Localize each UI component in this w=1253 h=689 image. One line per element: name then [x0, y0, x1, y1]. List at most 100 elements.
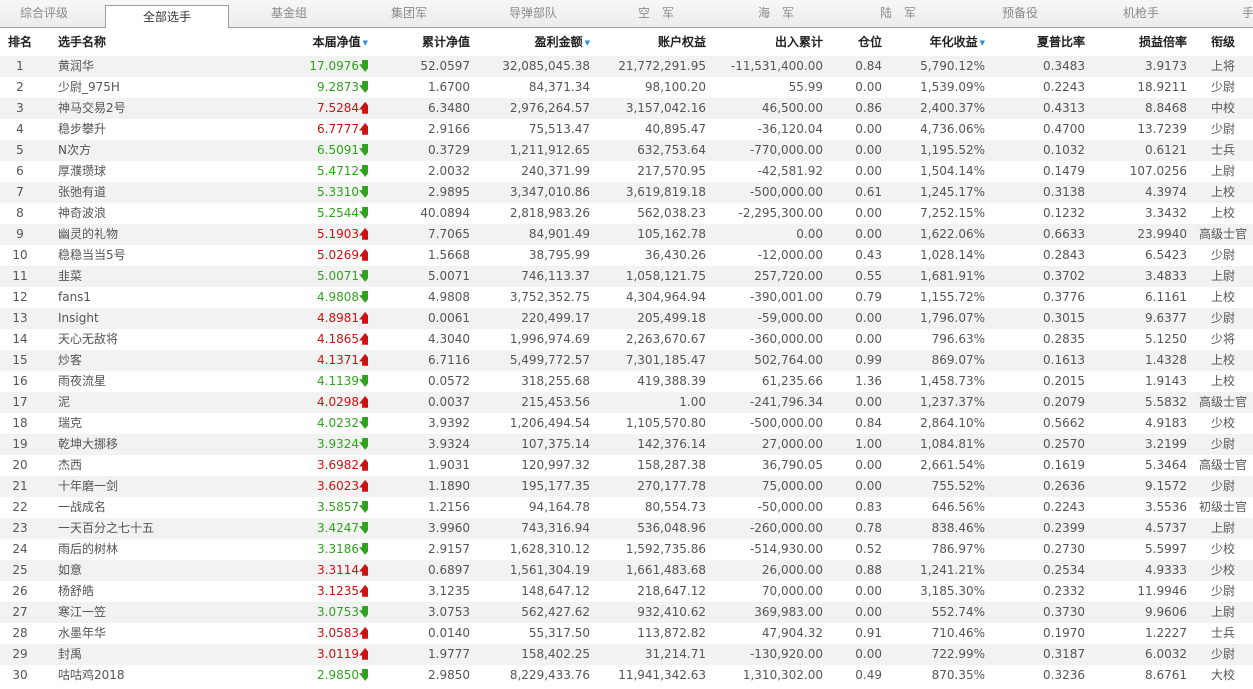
cell-name[interactable]: 十年磨一剑	[58, 476, 198, 497]
table-row[interactable]: 18 瑞克 4.0232🡇 3.9392 1,206,494.54 1,105,570.8…	[0, 413, 1253, 434]
table-row[interactable]: 9 幽灵的礼物 5.1903🡅 7.7065 84,901.49 105,162.78 0.…	[0, 224, 1253, 245]
table-row[interactable]: 12 fans1 4.9808🡇 4.9808 3,752,352.75 4,304,96…	[0, 287, 1253, 308]
table-row[interactable]: 30 咕咕鸡2018 2.9850🡇 2.9850 8,229,433.76 11,941…	[0, 665, 1253, 686]
tab-8[interactable]: 预备役	[959, 0, 1081, 27]
cell-name[interactable]: 杨舒皓	[58, 581, 198, 602]
cell-rank: 30	[12, 668, 28, 682]
column-header-annual[interactable]: 年化收益 ▼	[895, 28, 985, 57]
table-row[interactable]: 6 厚濮瓒球 5.4712🡇 2.0032 240,371.99 217,570.95 -4…	[0, 161, 1253, 182]
table-row[interactable]: 26 杨舒皓 3.1235🡅 3.1235 148,647.12 218,647.12 70…	[0, 581, 1253, 602]
table-row[interactable]: 22 一战成名 3.5857🡇 1.2156 94,164.78 80,554.73 -50…	[0, 497, 1253, 518]
cell-name[interactable]: 神马交易2号	[58, 98, 198, 119]
table-row[interactable]: 17 泥 4.0298🡅 0.0037 215,453.56 1.00 -241,796.3…	[0, 392, 1253, 413]
tab-10[interactable]: 手	[1233, 0, 1253, 27]
cell-name[interactable]: 泥	[58, 392, 198, 413]
tab-7[interactable]: 陆 军	[837, 0, 959, 27]
cell-rank: 19	[12, 437, 28, 451]
cell-pl-ratio: 23.9940	[1137, 227, 1187, 241]
table-row[interactable]: 19 乾坤大挪移 3.9324🡇 3.9324 107,375.14 142,376.14…	[0, 434, 1253, 455]
table-row[interactable]: 4 稳步攀升 6.7777🡅 2.9166 75,513.47 40,895.47 -36,…	[0, 119, 1253, 140]
cell-name[interactable]: 杰西	[58, 455, 198, 476]
tab-3[interactable]: 集团军	[349, 0, 469, 27]
sort-desc-icon[interactable]: ▼	[585, 39, 590, 47]
table-row[interactable]: 11 韭菜 5.0071🡇 5.0071 746,113.37 1,058,121.75 2…	[0, 266, 1253, 287]
table-row[interactable]: 28 水墨年华 3.0583🡅 0.0140 55,317.50 113,872.82 47…	[0, 623, 1253, 644]
tab-0[interactable]: 综合评级	[0, 0, 88, 27]
sort-desc-icon[interactable]: ▼	[980, 39, 985, 47]
cell-name[interactable]: 少尉_975H	[58, 77, 198, 98]
cell-name[interactable]: 一天百分之七十五	[58, 518, 198, 539]
tab-9[interactable]: 机枪手	[1081, 0, 1201, 27]
table-row[interactable]: 10 稳稳当当5号 5.0269🡅 1.5668 38,795.99 36,430.26 -…	[0, 245, 1253, 266]
column-header-position[interactable]: 仓位	[838, 28, 882, 56]
column-header-grade[interactable]: 衔级	[1196, 28, 1250, 56]
cell-rank: 9	[16, 227, 24, 241]
cell-name[interactable]: 咕咕鸡2018	[58, 665, 198, 686]
table-row[interactable]: 14 天心无敌将 4.1865🡅 4.3040 1,996,974.69 2,263,67…	[0, 329, 1253, 350]
cell-name[interactable]: 一战成名	[58, 497, 198, 518]
down-arrow-icon: 🡇	[359, 290, 368, 304]
table-row[interactable]: 25 如意 3.3114🡅 0.6897 1,561,304.19 1,661,483.6…	[0, 560, 1253, 581]
cell-name[interactable]: 炒客	[58, 350, 198, 371]
column-header-equity[interactable]: 账户权益	[598, 28, 706, 56]
cell-name[interactable]: Insight	[58, 308, 198, 329]
nav-value: 5.0071	[317, 269, 359, 283]
cell-sharpe: 0.1479	[1043, 164, 1085, 178]
table-row[interactable]: 27 寒江一笠 3.0753🡇 3.0753 562,427.62 932,410.62 3…	[0, 602, 1253, 623]
table-row[interactable]: 15 炒客 4.1371🡅 6.7116 5,499,772.57 7,301,185.4…	[0, 350, 1253, 371]
cell-pl-ratio: 4.3974	[1145, 185, 1187, 199]
cell-profit: 1,628,310.12	[509, 542, 590, 556]
cell-name[interactable]: 稳步攀升	[58, 119, 198, 140]
cell-name[interactable]: fans1	[58, 287, 198, 308]
cell-name[interactable]: N次方	[58, 140, 198, 161]
cell-name[interactable]: 寒江一笠	[58, 602, 198, 623]
column-header-nav[interactable]: 本届净值 ▼	[260, 28, 368, 57]
cell-name[interactable]: 雨后的树林	[58, 539, 198, 560]
cell-name[interactable]: 黄润华	[58, 56, 198, 77]
table-row[interactable]: 1 黄润华 17.0976🡇 52.0597 32,085,045.38 21,772,2…	[0, 56, 1253, 77]
table-row[interactable]: 23 一天百分之七十五 3.4247🡇 3.9960 743,316.94 536,048…	[0, 518, 1253, 539]
cell-name[interactable]: 稳稳当当5号	[58, 245, 198, 266]
column-header-sharpe[interactable]: 夏普比率	[995, 28, 1085, 56]
cell-name[interactable]: 神奇波浪	[58, 203, 198, 224]
cell-name[interactable]: 韭菜	[58, 266, 198, 287]
cell-name[interactable]: 瑞克	[58, 413, 198, 434]
column-header-pl-ratio[interactable]: 损益倍率	[1095, 28, 1187, 56]
table-row[interactable]: 8 神奇波浪 5.2544🡇 40.0894 2,818,983.26 562,038.2…	[0, 203, 1253, 224]
cell-profit: 5,499,772.57	[509, 353, 590, 367]
table-row[interactable]: 7 张弛有道 5.3310🡇 2.9895 3,347,010.86 3,619,819.…	[0, 182, 1253, 203]
table-row[interactable]: 21 十年磨一剑 3.6023🡅 1.1890 195,177.35 270,177.78…	[0, 476, 1253, 497]
column-header-cum-nav[interactable]: 累计净值	[375, 28, 470, 56]
cell-profit: 8,229,433.76	[509, 668, 590, 682]
cell-name[interactable]: 雨夜流星	[58, 371, 198, 392]
column-header-profit[interactable]: 盈利金额 ▼	[478, 28, 590, 57]
tab-4[interactable]: 导弹部队	[469, 0, 597, 27]
table-row[interactable]: 20 杰西 3.6982🡅 1.9031 120,997.32 158,287.38 36,…	[0, 455, 1253, 476]
cell-name[interactable]: 水墨年华	[58, 623, 198, 644]
tab-5[interactable]: 空 军	[597, 0, 715, 27]
table-row[interactable]: 16 雨夜流星 4.1139🡇 0.0572 318,255.68 419,388.39 6…	[0, 371, 1253, 392]
column-header-rank[interactable]: 排名	[0, 28, 40, 56]
table-row[interactable]: 2 少尉_975H 9.2873🡇 1.6700 84,371.34 98,100.20 5…	[0, 77, 1253, 98]
cell-name[interactable]: 厚濮瓒球	[58, 161, 198, 182]
table-row[interactable]: 5 N次方 6.5091🡇 0.3729 1,211,912.65 632,753.64 -…	[0, 140, 1253, 161]
table-row[interactable]: 29 封禹 3.0119🡅 1.9777 158,402.25 31,214.71 -130…	[0, 644, 1253, 665]
tab-1[interactable]: 全部选手	[105, 5, 229, 29]
table-row[interactable]: 13 Insight 4.8981🡅 0.0061 220,499.17 205,499.…	[0, 308, 1253, 329]
cell-flow: 70,000.00	[761, 584, 823, 598]
tab-2[interactable]: 基金组	[229, 0, 349, 27]
table-row[interactable]: 3 神马交易2号 7.5284🡅 6.3480 2,976,264.57 3,157,04…	[0, 98, 1253, 119]
cell-name[interactable]: 张弛有道	[58, 182, 198, 203]
cell-position: 0.00	[855, 206, 882, 220]
cell-pl-ratio: 18.9211	[1137, 80, 1187, 94]
cell-name[interactable]: 乾坤大挪移	[58, 434, 198, 455]
sort-desc-icon[interactable]: ▼	[363, 39, 368, 47]
cell-name[interactable]: 封禹	[58, 644, 198, 665]
column-header-name[interactable]: 选手名称	[58, 28, 198, 56]
column-header-flow[interactable]: 出入累计	[713, 28, 823, 56]
cell-name[interactable]: 如意	[58, 560, 198, 581]
cell-name[interactable]: 幽灵的礼物	[58, 224, 198, 245]
table-row[interactable]: 24 雨后的树林 3.3186🡇 2.9157 1,628,310.12 1,592,73…	[0, 539, 1253, 560]
cell-name[interactable]: 天心无敌将	[58, 329, 198, 350]
tab-6[interactable]: 海 军	[715, 0, 837, 27]
